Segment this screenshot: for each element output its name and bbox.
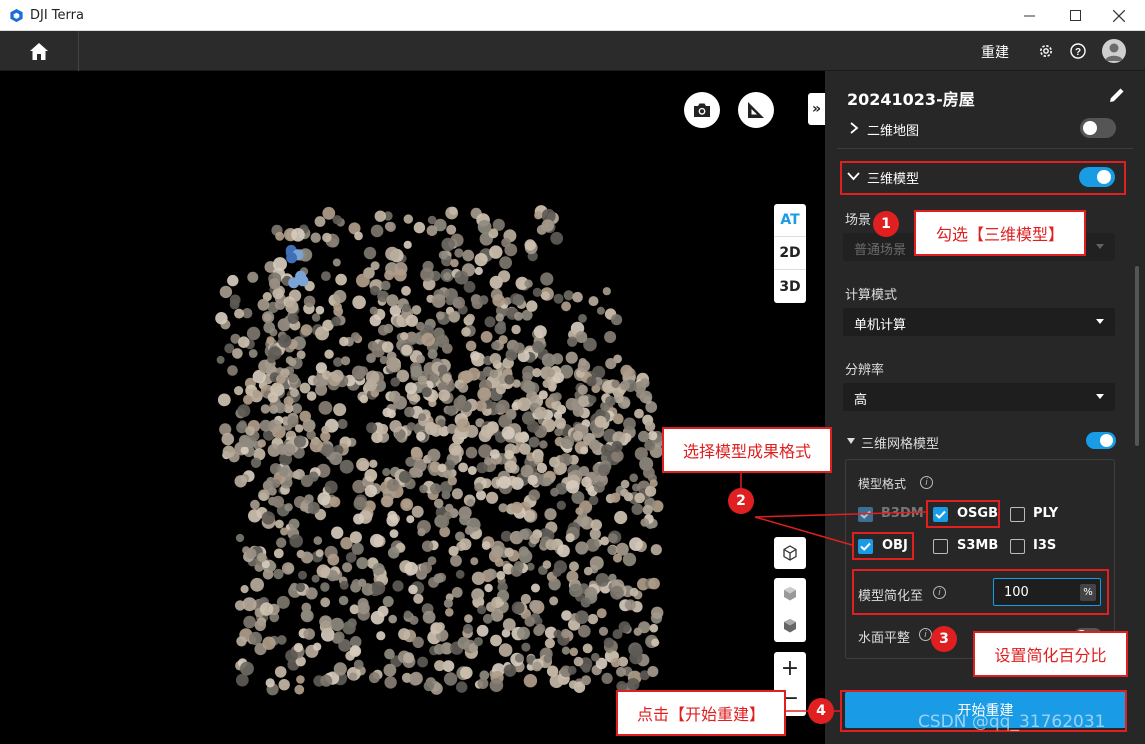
annotation-box-obj [852,532,914,560]
annotation-box-osgb [926,500,1000,528]
app-window: DJI Terra 重建 ? » AT 2D 3D + − 20241023-房… [0,0,1145,744]
annotation-note-3: 设置简化百分比 [973,631,1128,677]
annotation-number-1: 1 [873,211,899,237]
annotation-number-4: 4 [808,698,834,724]
annotation-number-3: 3 [931,626,957,652]
annotation-box-model3d [840,161,1126,195]
annotation-note-4: 点击【开始重建】 [616,690,786,736]
annotation-note-1: 勾选【三维模型】 [914,210,1086,256]
annotation-box-simplify [852,569,1109,615]
annotation-note-2: 选择模型成果格式 [662,427,832,473]
annotation-number-2: 2 [728,488,754,514]
csdn-watermark: CSDN @qq_31762031 [918,712,1106,732]
